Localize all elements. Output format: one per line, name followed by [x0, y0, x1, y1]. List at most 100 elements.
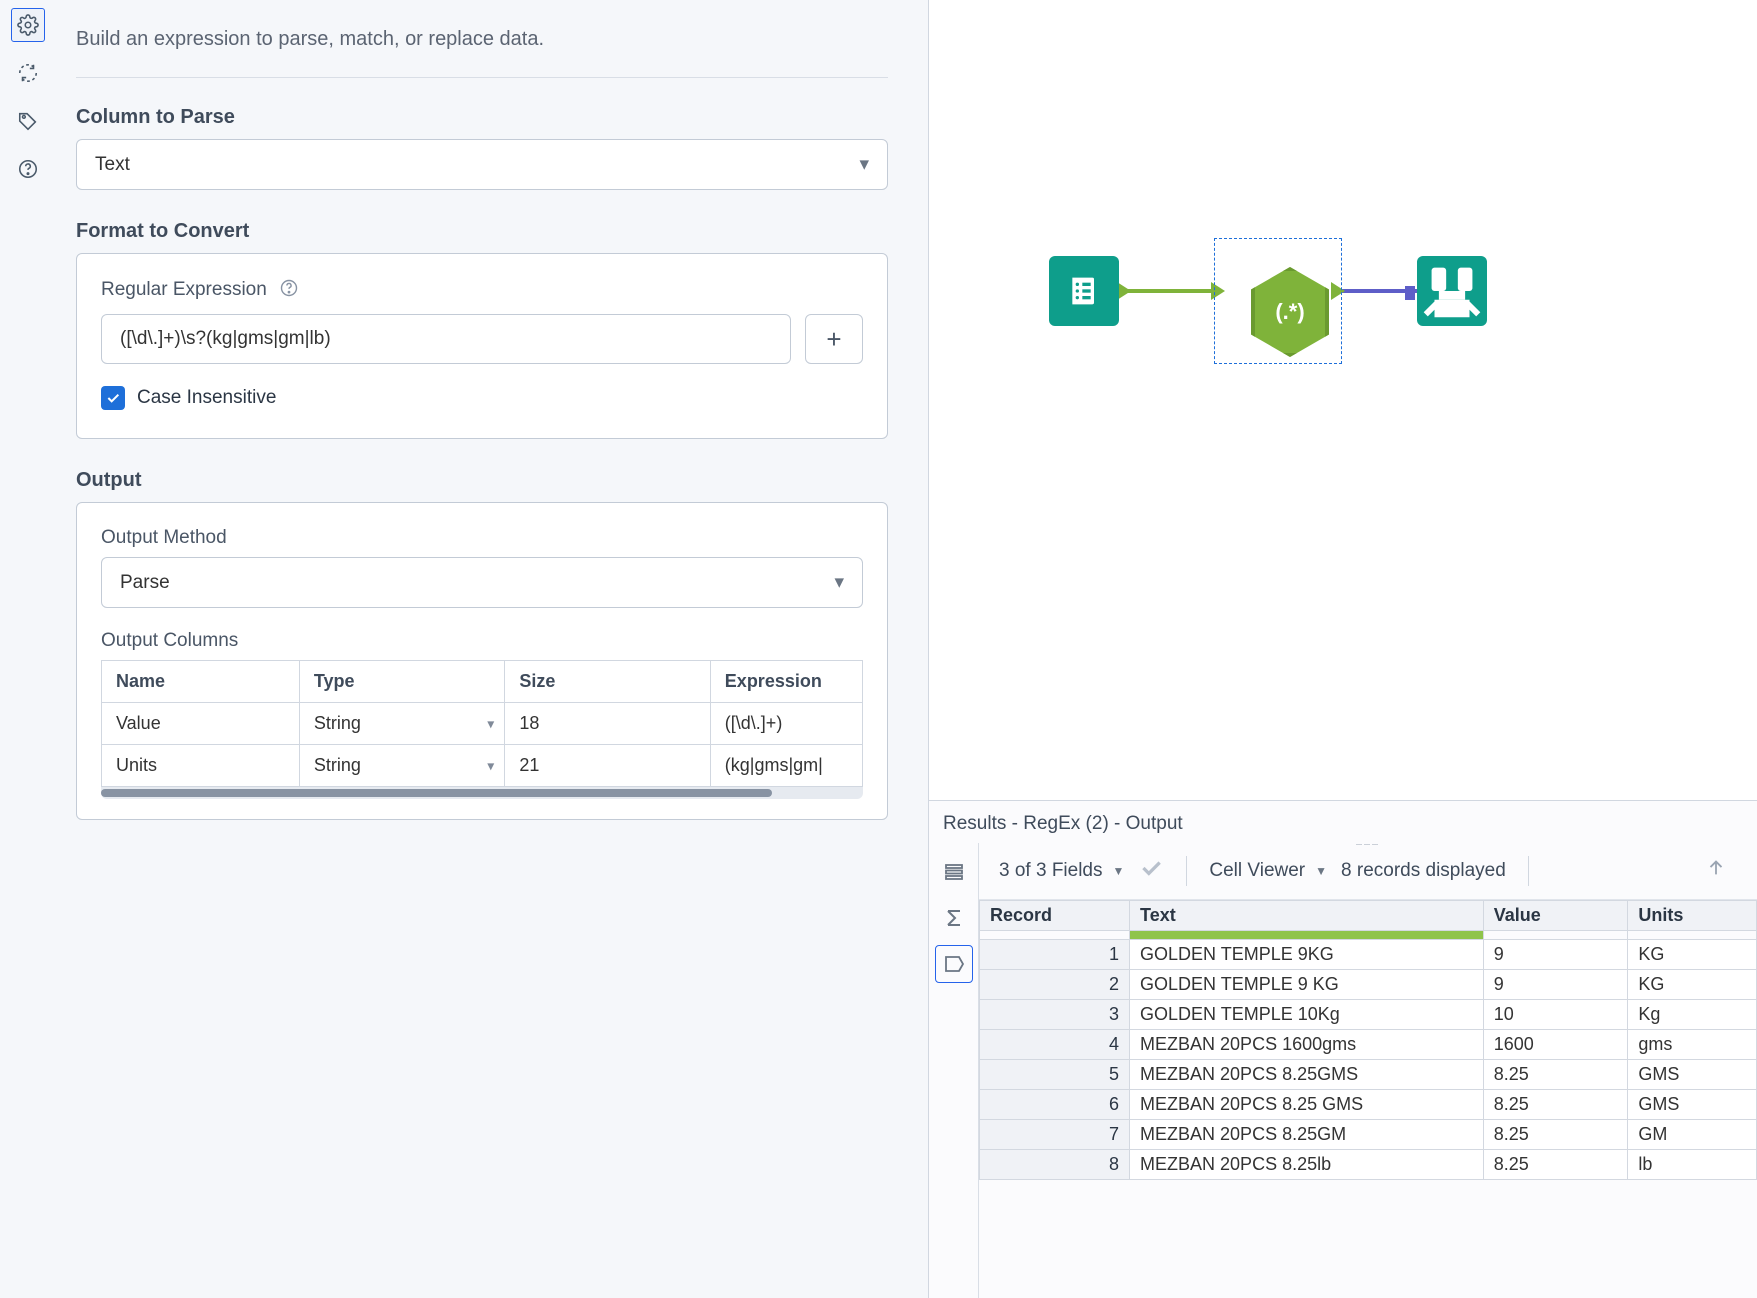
grid-row[interactable]: 8MEZBAN 20PCS 8.25lb8.25lb: [980, 1150, 1757, 1180]
output-port[interactable]: [1117, 282, 1131, 300]
label-format-to-convert: Format to Convert: [76, 220, 888, 243]
input-port[interactable]: [1405, 286, 1415, 300]
grid-row[interactable]: 6MEZBAN 20PCS 8.25 GMS8.25GMS: [980, 1090, 1757, 1120]
metadata-view-icon[interactable]: [935, 853, 973, 891]
cell-value: 8.25: [1483, 1150, 1628, 1180]
results-title: Results - RegEx (2) - Output: [929, 801, 1757, 843]
text-input-tool[interactable]: [1049, 256, 1119, 326]
oc-horizontal-scrollbar[interactable]: [101, 787, 863, 799]
oc-name-cell[interactable]: Units: [102, 745, 300, 787]
caret-down-icon[interactable]: ▼: [1113, 864, 1125, 878]
grid-row[interactable]: 7MEZBAN 20PCS 8.25GM8.25GM: [980, 1120, 1757, 1150]
output-columns-table: Name Type Size Expression Value String 1…: [101, 660, 863, 787]
col-units[interactable]: Units: [1628, 901, 1757, 931]
label-output-columns: Output Columns: [101, 630, 863, 652]
cell-viewer-label[interactable]: Cell Viewer: [1209, 860, 1305, 882]
oc-row: Units String 21 (kg|gms|gm|: [102, 745, 863, 787]
chevron-down-icon: [834, 571, 844, 594]
gear-icon[interactable]: [11, 8, 45, 42]
case-insensitive-checkbox[interactable]: [101, 386, 125, 410]
case-insensitive-label: Case Insensitive: [137, 387, 276, 409]
cell-value: 8.25: [1483, 1120, 1628, 1150]
caret-down-icon[interactable]: ▼: [1315, 864, 1327, 878]
label-output-method: Output Method: [101, 527, 863, 549]
workflow-canvas[interactable]: (.*): [929, 0, 1757, 800]
check-icon[interactable]: [1138, 855, 1164, 887]
oc-expr-cell: (kg|gms|gm|: [710, 745, 862, 787]
cell-record: 1: [980, 940, 1130, 970]
tag-icon[interactable]: [11, 104, 45, 138]
cell-text: GOLDEN TEMPLE 10Kg: [1130, 1000, 1484, 1030]
grid-row[interactable]: 2GOLDEN TEMPLE 9 KG9KG: [980, 970, 1757, 1000]
results-grid-wrap[interactable]: Record Text Value Units 1GOLDEN TEMPLE 9…: [979, 900, 1757, 1298]
label-regex: Regular Expression: [101, 279, 267, 301]
browse-tool[interactable]: [1417, 256, 1487, 326]
oc-size-cell[interactable]: 18: [505, 703, 710, 745]
results-grid: Record Text Value Units 1GOLDEN TEMPLE 9…: [979, 900, 1757, 1180]
regex-value: ([\d\.]+)\s?(kg|gms|gm|lb): [120, 328, 331, 350]
label-output: Output: [76, 469, 888, 492]
config-panel: Build an expression to parse, match, or …: [0, 0, 928, 1298]
cell-record: 4: [980, 1030, 1130, 1060]
grid-row[interactable]: 1GOLDEN TEMPLE 9KG9KG: [980, 940, 1757, 970]
cell-units: gms: [1628, 1030, 1757, 1060]
output-method-dropdown[interactable]: Parse: [101, 557, 863, 608]
cell-units: GMS: [1628, 1060, 1757, 1090]
config-body: Build an expression to parse, match, or …: [56, 0, 928, 1298]
oc-header-expr: Expression: [710, 661, 862, 703]
output-box: Output Method Parse Output Columns Name …: [76, 502, 888, 820]
chevron-down-icon: [859, 153, 869, 176]
cell-units: Kg: [1628, 1000, 1757, 1030]
cell-value: 10: [1483, 1000, 1628, 1030]
sigma-view-icon[interactable]: [935, 899, 973, 937]
col-record[interactable]: Record: [980, 901, 1130, 931]
oc-size-cell[interactable]: 21: [505, 745, 710, 787]
oc-expr-cell: ([\d\.]+): [710, 703, 862, 745]
cell-record: 7: [980, 1120, 1130, 1150]
cell-text: GOLDEN TEMPLE 9KG: [1130, 940, 1484, 970]
chevron-down-icon: [487, 715, 494, 732]
regex-tool-label: (.*): [1275, 299, 1304, 325]
results-toolbar: ┄┄┄ 3 of 3 Fields ▼ Cell Viewer ▼ 8 reco…: [979, 843, 1757, 900]
grid-row[interactable]: 3GOLDEN TEMPLE 10Kg10Kg: [980, 1000, 1757, 1030]
regex-tool[interactable]: (.*): [1230, 252, 1350, 372]
oc-header-type: Type: [299, 661, 504, 703]
cell-record: 2: [980, 970, 1130, 1000]
oc-row: Value String 18 ([\d\.]+): [102, 703, 863, 745]
oc-header-size: Size: [505, 661, 710, 703]
grip-icon[interactable]: ┄┄┄: [1356, 843, 1380, 851]
right-side: (.*) Results - RegEx (2) - Output: [928, 0, 1757, 1298]
oc-type-cell[interactable]: String: [299, 703, 504, 745]
refresh-icon[interactable]: [11, 56, 45, 90]
oc-name-cell[interactable]: Value: [102, 703, 300, 745]
results-icon-rail: [929, 843, 979, 1298]
cell-value: 9: [1483, 940, 1628, 970]
data-view-icon[interactable]: [935, 945, 973, 983]
cell-units: lb: [1628, 1150, 1757, 1180]
fields-summary[interactable]: 3 of 3 Fields: [999, 860, 1103, 882]
cell-record: 3: [980, 1000, 1130, 1030]
cell-text: MEZBAN 20PCS 1600gms: [1130, 1030, 1484, 1060]
help-circle-icon[interactable]: [279, 278, 299, 302]
col-text[interactable]: Text: [1130, 901, 1484, 931]
cell-text: GOLDEN TEMPLE 9 KG: [1130, 970, 1484, 1000]
cell-value: 1600: [1483, 1030, 1628, 1060]
label-column-to-parse: Column to Parse: [76, 106, 888, 129]
arrow-up-icon[interactable]: [1705, 857, 1727, 885]
cell-text: MEZBAN 20PCS 8.25GM: [1130, 1120, 1484, 1150]
cell-units: GMS: [1628, 1090, 1757, 1120]
help-icon[interactable]: [11, 152, 45, 186]
regex-input[interactable]: ([\d\.]+)\s?(kg|gms|gm|lb): [101, 314, 791, 364]
results-pane: Results - RegEx (2) - Output ┄┄┄ 3 of 3 …: [929, 800, 1757, 1298]
cell-units: KG: [1628, 940, 1757, 970]
cell-units: GM: [1628, 1120, 1757, 1150]
column-to-parse-dropdown[interactable]: Text: [76, 139, 888, 190]
grid-row[interactable]: 5MEZBAN 20PCS 8.25GMS8.25GMS: [980, 1060, 1757, 1090]
col-value[interactable]: Value: [1483, 901, 1628, 931]
grid-row[interactable]: 4MEZBAN 20PCS 1600gms1600gms: [980, 1030, 1757, 1060]
cell-record: 5: [980, 1060, 1130, 1090]
tool-description: Build an expression to parse, match, or …: [76, 28, 888, 78]
chevron-down-icon: [487, 757, 494, 774]
add-expression-button[interactable]: +: [805, 314, 863, 364]
oc-type-cell[interactable]: String: [299, 745, 504, 787]
